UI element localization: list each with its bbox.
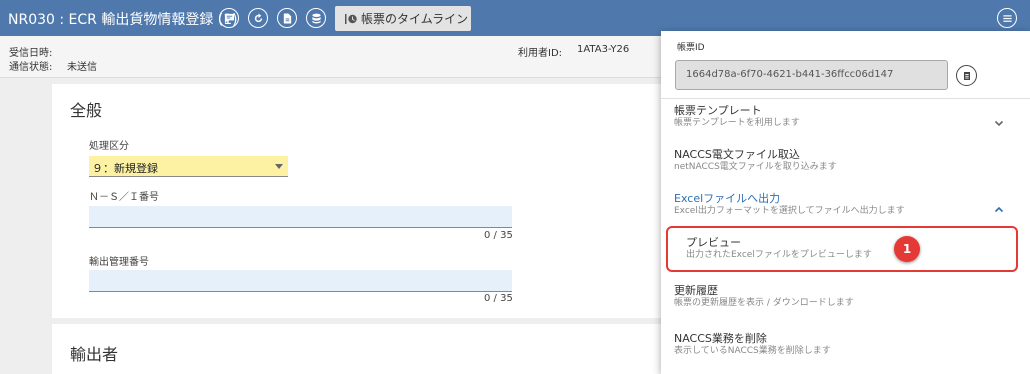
processing-type-select[interactable]: ９：新規登録 [89,156,288,177]
menu-item-template[interactable]: 帳票テンプレート 帳票テンプレートを利用します [674,104,800,129]
ns-number-counter: 0 / 35 [484,230,513,241]
general-section: 全般 処理区分 ９：新規登録 Ｎ－Ｓ／Ｉ番号 0 / 35 輸出管理番号 0 /… [52,84,662,318]
menu-item-label: Excelファイルへ出力 [674,192,781,205]
section-title-exporter: 輸出者 [70,345,119,364]
copy-icon [963,71,970,80]
timeline-icon [345,13,357,24]
menu-item-description: 帳票テンプレートを利用します [674,118,800,128]
status-value: 未送信 [67,62,97,73]
form-id-value: 1664d78a-6f70-4621-b441-36ffcc06d147 [686,69,894,80]
menu-item-excel-export[interactable]: Excelファイルへ出力 Excel出力フォーマットを選択してファイルへ出力しま… [674,192,905,217]
menu-item-description: netNACCS電文ファイルを取り込みます [674,162,837,172]
menu-item-description: Excel出力フォーマットを選択してファイルへ出力します [674,206,905,216]
menu-item-delete-naccs[interactable]: NACCS業務を削除 表示しているNACCS業務を削除します [674,332,831,357]
timeline-label: 帳票のタイムライン [361,12,469,26]
copy-id-button[interactable] [956,65,977,86]
processing-type-label: 処理区分 [89,141,129,152]
chevron-down-icon[interactable] [994,113,1004,127]
document-icon [283,12,291,24]
main-menu-button[interactable] [997,8,1017,28]
export-mgmt-counter: 0 / 35 [484,293,513,304]
menu-item-label: 更新履歴 [674,284,718,297]
processing-type-value: ９：新規登録 [92,162,158,175]
ns-number-label: Ｎ－Ｓ／Ｉ番号 [89,192,159,203]
refresh-icon [254,12,262,22]
timeline-button[interactable]: 帳票のタイムライン [335,6,471,31]
received-label: 受信日時: [9,48,53,59]
ns-number-input[interactable] [89,206,512,228]
database-icon [311,13,321,23]
menu-divider [661,98,1030,99]
actions-dropdown-menu: 帳票ID 1664d78a-6f70-4621-b441-36ffcc06d14… [661,31,1030,374]
comment-icon [224,13,234,23]
menu-item-description: 表示しているNACCS業務を削除します [674,346,831,356]
database-button[interactable] [306,8,326,28]
form-id-field[interactable]: 1664d78a-6f70-4621-b441-36ffcc06d147 [675,60,948,90]
menu-item-history[interactable]: 更新履歴 帳票の更新履歴を表示 / ダウンロードします [674,284,854,309]
export-mgmt-label: 輸出管理番号 [89,257,149,268]
section-title-general: 全般 [70,101,103,120]
chevron-up-icon[interactable] [994,200,1004,213]
user-id-value: 1ATA3-Y26 [577,44,630,55]
menu-item-description: 帳票の更新履歴を表示 / ダウンロードします [674,298,854,308]
hamburger-menu-icon [1002,14,1012,22]
menu-item-label: 帳票テンプレート [674,104,762,117]
user-id-label: 利用者ID: [518,48,563,59]
step-badge: 1 [894,236,920,262]
exporter-section: 輸出者 [52,324,662,374]
comment-button[interactable] [219,8,239,28]
menu-item-label: プレビュー [686,236,741,249]
dropdown-arrow-icon [275,164,283,169]
status-label: 通信状態: [9,62,53,73]
form-id-label: 帳票ID [677,43,705,53]
menu-item-label: NACCS電文ファイル取込 [674,148,800,161]
menu-item-description: 出力されたExcelファイルをプレビューします [686,250,872,260]
menu-item-label: NACCS業務を削除 [674,332,767,345]
refresh-button[interactable] [248,8,268,28]
menu-item-preview[interactable]: プレビュー 出力されたExcelファイルをプレビューします [686,236,872,261]
menu-item-naccs-import[interactable]: NACCS電文ファイル取込 netNACCS電文ファイルを取り込みます [674,148,837,173]
document-button[interactable] [277,8,297,28]
page-title: NR030 : ECR 輸出貨物情報登録 (1) [8,12,238,28]
export-mgmt-input[interactable] [89,270,512,292]
